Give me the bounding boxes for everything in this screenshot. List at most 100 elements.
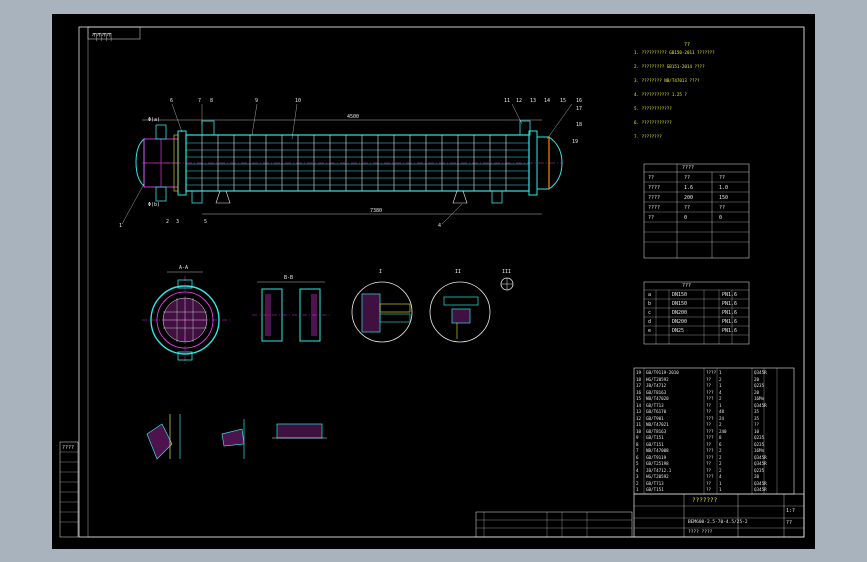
- design-cell: ????: [648, 205, 661, 211]
- parts-list-cell: ??: [754, 422, 760, 427]
- note-line-3: 3. ???????? NB/T47013 ????: [634, 78, 700, 83]
- callout-18: 18: [576, 122, 583, 128]
- parts-list-cell: 16Mn: [754, 448, 765, 453]
- design-cell: 0: [719, 215, 723, 221]
- parts-list-cell: 240: [719, 428, 727, 434]
- callout-17: 17: [576, 106, 583, 112]
- parts-list-cell: NB/T47020: [646, 396, 669, 401]
- nozzle-cell: b: [648, 301, 652, 307]
- nozzle-cell: DN150: [672, 301, 688, 307]
- parts-list-cell: 4: [719, 389, 722, 395]
- parts-list-cell: ??: [706, 441, 712, 447]
- parts-list-cell: ??: [706, 402, 712, 408]
- nozzle-cell: DN200: [672, 319, 688, 325]
- nozzle-cell: DN200: [672, 310, 688, 316]
- parts-list-cell: 20: [754, 376, 760, 382]
- detail-label-i: I: [379, 269, 383, 275]
- design-cell: ??: [684, 205, 691, 211]
- parts-list-cell: HG/T20592: [646, 376, 669, 382]
- parts-list-cell: 1: [719, 402, 722, 408]
- parts-list-cell: GB/T8163: [646, 428, 667, 434]
- parts-list-cell: Q345R: [754, 461, 767, 466]
- scale-value: 1:?: [786, 508, 796, 514]
- weld-details: [146, 414, 327, 460]
- sheet-value: ??: [786, 520, 793, 526]
- parts-list-cell: JB/T4712.1: [646, 467, 672, 473]
- callout-6: 6: [170, 98, 174, 104]
- parts-list-cell: 8: [636, 441, 639, 447]
- parts-list-cell: 2: [719, 461, 722, 466]
- design-table-title: ????: [682, 165, 695, 171]
- parts-list-cell: ???: [706, 454, 714, 460]
- parts-list-cell: 3: [636, 474, 639, 479]
- parts-list-cell: Q235: [754, 435, 765, 440]
- parts-list-cell: ???: [706, 448, 714, 453]
- parts-list-cell: Q235: [754, 441, 765, 447]
- callout-4: 4: [438, 223, 442, 229]
- parts-list-cell: ???: [706, 415, 714, 421]
- callout-9: 9: [255, 98, 259, 104]
- parts-list-cell: NB/T47021: [646, 422, 669, 427]
- parts-list-cell: 1: [719, 480, 722, 486]
- callout-11: 11: [504, 98, 511, 104]
- note-line-6: 6. ????????????: [634, 120, 672, 125]
- nozzle-cell: PN1.6: [722, 319, 738, 325]
- main-elevation-view: [121, 103, 573, 225]
- parts-list-cell: Q345R: [754, 487, 767, 492]
- parts-list-cell: GB/T151: [646, 487, 664, 492]
- parts-list-cell: 10: [754, 428, 760, 434]
- parts-list-cell: Q345R: [754, 402, 767, 408]
- parts-list-cell: 18: [636, 376, 642, 382]
- parts-list-cell: 4: [636, 467, 639, 473]
- parts-list-cell: 1: [719, 370, 722, 375]
- parts-list-cell: 2: [719, 396, 722, 401]
- note-line-7: 7. ????????: [634, 134, 662, 139]
- detail-label-ii: II: [455, 269, 462, 275]
- parts-list-cell: 15: [636, 396, 642, 401]
- section-b-b-view: [252, 281, 330, 342]
- parts-list-cell: ??: [706, 467, 712, 473]
- parts-list-cell: ??: [706, 480, 712, 486]
- parts-list-cell: 6: [719, 441, 722, 447]
- parts-list-cell: Q345R: [754, 370, 767, 375]
- parts-list-cell: 1: [719, 487, 722, 492]
- design-cell: 1.6: [684, 185, 694, 191]
- design-cell: ????: [648, 195, 661, 201]
- design-data-table: [643, 163, 750, 259]
- detail-label-iii: III: [502, 269, 512, 275]
- callout-13: 13: [530, 98, 537, 104]
- note-line-1: 1. ?????????? GB150-2011 ???????: [634, 50, 715, 55]
- design-cell: ??: [648, 175, 655, 181]
- nozzle-cell: PN1.6: [722, 328, 738, 334]
- parts-list-cell: 10: [636, 428, 642, 434]
- callout-10: 10: [295, 98, 302, 104]
- dim-overall-length: 7380: [370, 208, 383, 214]
- nozzle-cell: DN150: [672, 292, 688, 298]
- callout-1: 1: [119, 223, 123, 229]
- nozzle-cell: a: [648, 292, 652, 298]
- detail-views: [351, 277, 514, 343]
- cad-drawing: [59, 26, 805, 538]
- nozzle-cell: PN1.6: [722, 292, 738, 298]
- callout-16: 16: [576, 98, 583, 104]
- callout-8: 8: [210, 98, 214, 104]
- parts-list-cell: 2: [719, 376, 722, 382]
- note-line-4: 4. ??????????? 1.25 ?: [634, 92, 687, 97]
- parts-list-cell: GB/T8163: [646, 389, 667, 395]
- nozzle-cell: e: [648, 328, 652, 334]
- drawing-sheet: ཀཀཀཀ 1 2 3 4 5 6 7 8 9 10 11 12 13 14 15…: [52, 14, 815, 549]
- section-label-b: B-B: [284, 275, 294, 281]
- parts-list-cell: ??: [706, 461, 712, 466]
- nozzle-a-label: Φ(a): [148, 117, 161, 123]
- parts-list-cell: 6: [636, 454, 639, 460]
- parts-list-cell: 2: [719, 467, 722, 473]
- parts-list-cell: 2: [719, 448, 722, 453]
- note-line-2: 2. ????????? GB151-2014 ????: [634, 64, 705, 69]
- parts-list-cell: 9: [636, 435, 639, 440]
- callout-19: 19: [572, 139, 579, 145]
- nozzle-b-label: Φ(b): [148, 202, 161, 208]
- parts-list-cell: 17: [636, 383, 642, 388]
- parts-list-cell: 24: [719, 415, 725, 421]
- drawing-code: BEM600-2.5-70-4.5/25-2: [688, 520, 748, 525]
- notes-heading: ??: [684, 42, 691, 48]
